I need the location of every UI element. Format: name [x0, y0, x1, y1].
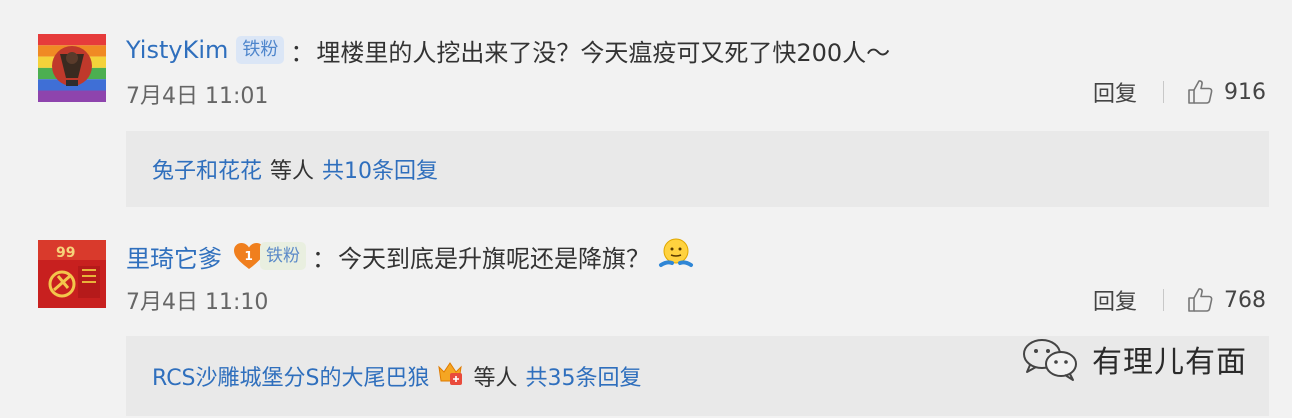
- comment-text: 今天到底是升旗呢还是降旗？: [338, 244, 650, 273]
- like-button[interactable]: 916: [1186, 78, 1266, 106]
- action-divider: [1163, 81, 1164, 103]
- thumbs-up-icon: [1188, 80, 1213, 104]
- like-count: 916: [1224, 79, 1266, 105]
- comment-line: YistyKim 铁粉 ： 埋楼里的人挖出来了没？今天瘟疫可又死了快200人～: [126, 30, 890, 70]
- shrug-emoji-icon: [658, 235, 694, 277]
- username-link[interactable]: 里琦它爹: [126, 239, 222, 274]
- avatar[interactable]: [38, 34, 106, 102]
- comment-list: YistyKim 铁粉 ： 埋楼里的人挖出来了没？今天瘟疫可又死了快200人～ …: [0, 0, 1292, 418]
- watermark: 有理儿有面: [1020, 334, 1247, 384]
- action-divider: [1163, 289, 1164, 311]
- reply-button[interactable]: 回复: [1093, 284, 1137, 316]
- avatar-image: 99: [38, 240, 106, 308]
- watermark-text: 有理儿有面: [1092, 345, 1247, 380]
- view-replies-link[interactable]: 共10条回复: [322, 153, 438, 185]
- comment-timestamp: 7月4日 11:10: [126, 290, 269, 315]
- reply-etc-label: 等人: [270, 159, 315, 184]
- comment-actions: 回复 768: [1093, 284, 1266, 316]
- fan-badge[interactable]: 铁粉: [236, 36, 285, 64]
- separator: ：: [312, 244, 336, 273]
- avatar[interactable]: 99: [38, 240, 106, 308]
- view-replies-link[interactable]: 共35条回复: [526, 360, 642, 392]
- like-button[interactable]: 768: [1186, 286, 1266, 314]
- avatar-image: [38, 34, 106, 102]
- comment-actions: 回复 916: [1093, 76, 1266, 108]
- reply-button[interactable]: 回复: [1093, 76, 1137, 108]
- crown-badge-icon: [435, 359, 465, 393]
- replies-summary[interactable]: 兔子和花花 等人 共10条回复: [126, 131, 1269, 207]
- fan-badge-label: 铁粉: [260, 242, 306, 270]
- svg-text:99: 99: [56, 245, 75, 261]
- reply-username-link[interactable]: 兔子和花花: [152, 153, 262, 185]
- separator: ：: [290, 38, 315, 67]
- reply-username-link[interactable]: RCS沙雕城堡分S的大尾巴狼: [152, 360, 429, 392]
- username-link[interactable]: YistyKim: [126, 36, 228, 64]
- comment-line: 里琦它爹 1 铁粉 ： 今天到底是升旗呢还是降旗？: [126, 236, 694, 276]
- wechat-logo-icon: [1023, 339, 1077, 381]
- thumbs-up-icon: [1188, 288, 1213, 312]
- svg-text:1: 1: [245, 249, 253, 263]
- reply-etc-label: 等人: [473, 366, 518, 391]
- comment-text: 埋楼里的人挖出来了没？今天瘟疫可又死了快200人～: [316, 38, 891, 67]
- comment-timestamp: 7月4日 11:01: [126, 84, 269, 109]
- like-count: 768: [1224, 287, 1266, 313]
- fan-badge[interactable]: 1 铁粉: [232, 241, 306, 271]
